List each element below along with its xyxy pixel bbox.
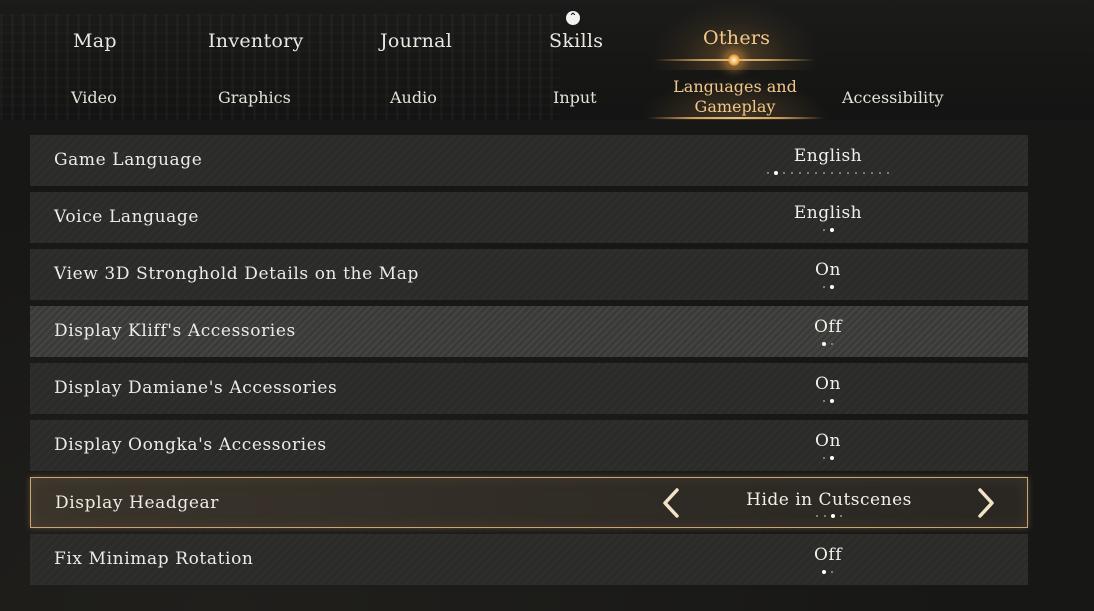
tab-journal[interactable]: Journal — [380, 30, 452, 52]
option-dot — [791, 172, 793, 174]
option-position-dots — [30, 170, 1028, 176]
setting-row-game-language[interactable]: Game Language English — [30, 135, 1028, 186]
setting-row-fix-minimap-rotation[interactable]: Fix Minimap Rotation Off — [30, 534, 1028, 585]
subtab-accessibility[interactable]: Accessibility — [842, 88, 944, 107]
tab-others[interactable]: Others — [703, 27, 770, 49]
option-position-dots — [30, 398, 1028, 404]
setting-row-voice-language[interactable]: Voice Language English — [30, 192, 1028, 243]
active-subtab-underline — [648, 117, 824, 119]
subtab-video[interactable]: Video — [71, 88, 117, 107]
option-dot — [831, 343, 833, 345]
setting-row-display-damiane-accessories[interactable]: Display Damiane's Accessories On — [30, 363, 1028, 414]
option-dot-selected — [830, 456, 834, 460]
subtab-languages-and-gameplay[interactable]: Languages and Gameplay — [660, 77, 810, 117]
option-dot — [879, 172, 881, 174]
option-dot — [823, 400, 825, 402]
subtab-audio[interactable]: Audio — [390, 88, 437, 107]
option-position-dots — [30, 227, 1028, 233]
setting-label: Voice Language — [54, 207, 200, 227]
option-dot — [871, 172, 873, 174]
tab-inventory[interactable]: Inventory — [208, 30, 304, 52]
top-navigation-bar: Map Inventory Journal ⌃ Skills Others Vi… — [0, 0, 1094, 124]
tab-skills[interactable]: Skills — [549, 30, 603, 52]
active-tab-indicator-icon — [727, 53, 741, 67]
option-dot — [807, 172, 809, 174]
option-dot-selected — [830, 399, 834, 403]
option-dot — [816, 515, 818, 517]
option-dot — [823, 457, 825, 459]
option-dot — [823, 286, 825, 288]
setting-value[interactable]: Off — [728, 545, 928, 565]
option-dot — [887, 172, 889, 174]
setting-label: Display Kliff's Accessories — [54, 321, 296, 341]
option-dot — [824, 515, 826, 517]
option-dot — [767, 172, 769, 174]
option-dot-selected — [822, 570, 826, 574]
option-dot — [783, 172, 785, 174]
option-dot-selected — [822, 342, 826, 346]
setting-value[interactable]: On — [728, 260, 928, 280]
option-dot — [799, 172, 801, 174]
setting-value[interactable]: English — [728, 203, 928, 223]
setting-label: Fix Minimap Rotation — [54, 549, 254, 569]
option-dot — [839, 172, 841, 174]
option-dot-selected — [830, 228, 834, 232]
option-dot — [831, 571, 833, 573]
setting-row-display-oongka-accessories[interactable]: Display Oongka's Accessories On — [30, 420, 1028, 471]
setting-label: Display Headgear — [55, 493, 219, 513]
setting-row-display-kliff-accessories[interactable]: Display Kliff's Accessories Off — [30, 306, 1028, 357]
option-dot — [855, 172, 857, 174]
option-dot — [863, 172, 865, 174]
tab-map[interactable]: Map — [73, 30, 117, 52]
option-dot — [823, 172, 825, 174]
option-dot-selected — [831, 514, 835, 518]
subtab-graphics[interactable]: Graphics — [218, 88, 291, 107]
setting-label: Game Language — [54, 150, 203, 170]
option-dot — [815, 172, 817, 174]
option-position-dots — [30, 455, 1028, 461]
option-dot-selected — [774, 171, 778, 175]
skills-notification-icon: ⌃ — [566, 11, 580, 25]
setting-label: Display Oongka's Accessories — [54, 435, 327, 455]
setting-value[interactable]: On — [728, 431, 928, 451]
setting-value[interactable]: Off — [728, 317, 928, 337]
option-dot — [831, 172, 833, 174]
setting-label: View 3D Stronghold Details on the Map — [54, 264, 419, 284]
option-position-dots — [30, 341, 1028, 347]
option-dot — [847, 172, 849, 174]
option-position-dots — [30, 284, 1028, 290]
option-dot-selected — [830, 285, 834, 289]
setting-value[interactable]: English — [728, 146, 928, 166]
option-position-dots — [31, 513, 1029, 519]
option-dot — [823, 229, 825, 231]
setting-row-display-headgear[interactable]: Display Headgear Hide in Cutscenes — [30, 477, 1028, 528]
setting-label: Display Damiane's Accessories — [54, 378, 338, 398]
option-dot — [840, 515, 842, 517]
setting-row-view-3d-stronghold[interactable]: View 3D Stronghold Details on the Map On — [30, 249, 1028, 300]
setting-value[interactable]: On — [728, 374, 928, 394]
subtab-input[interactable]: Input — [553, 88, 597, 107]
setting-value[interactable]: Hide in Cutscenes — [629, 490, 1029, 510]
option-position-dots — [30, 569, 1028, 575]
